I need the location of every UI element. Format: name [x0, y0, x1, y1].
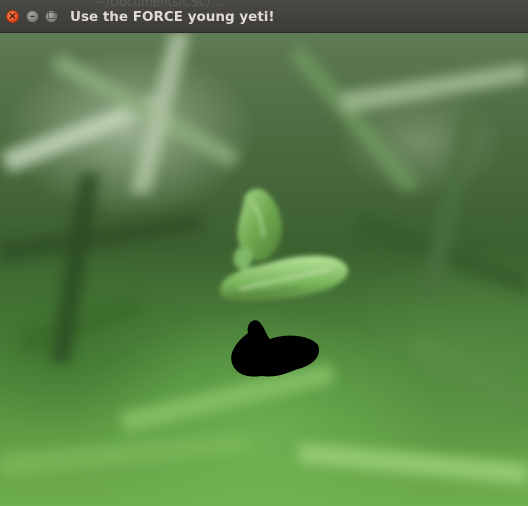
window-title: Use the FORCE young yeti! [70, 9, 275, 25]
application-window: ~/Documents/CSC/... × – □ Use the FORCE … [0, 0, 528, 506]
minimize-button[interactable]: – [26, 10, 39, 23]
background-window-title: ~/Documents/CSC/... [96, 0, 223, 9]
maximize-button[interactable]: □ [45, 10, 58, 23]
scene-canvas [0, 33, 528, 485]
close-icon: × [8, 10, 17, 22]
yeti-shadow [231, 320, 320, 377]
title-bar[interactable]: ~/Documents/CSC/... × – □ Use the FORCE … [0, 0, 528, 33]
maximize-icon: □ [47, 11, 56, 21]
game-viewport[interactable] [0, 33, 528, 506]
close-button[interactable]: × [6, 10, 19, 23]
minimize-icon: – [30, 10, 35, 22]
yeti-model[interactable] [219, 188, 348, 302]
